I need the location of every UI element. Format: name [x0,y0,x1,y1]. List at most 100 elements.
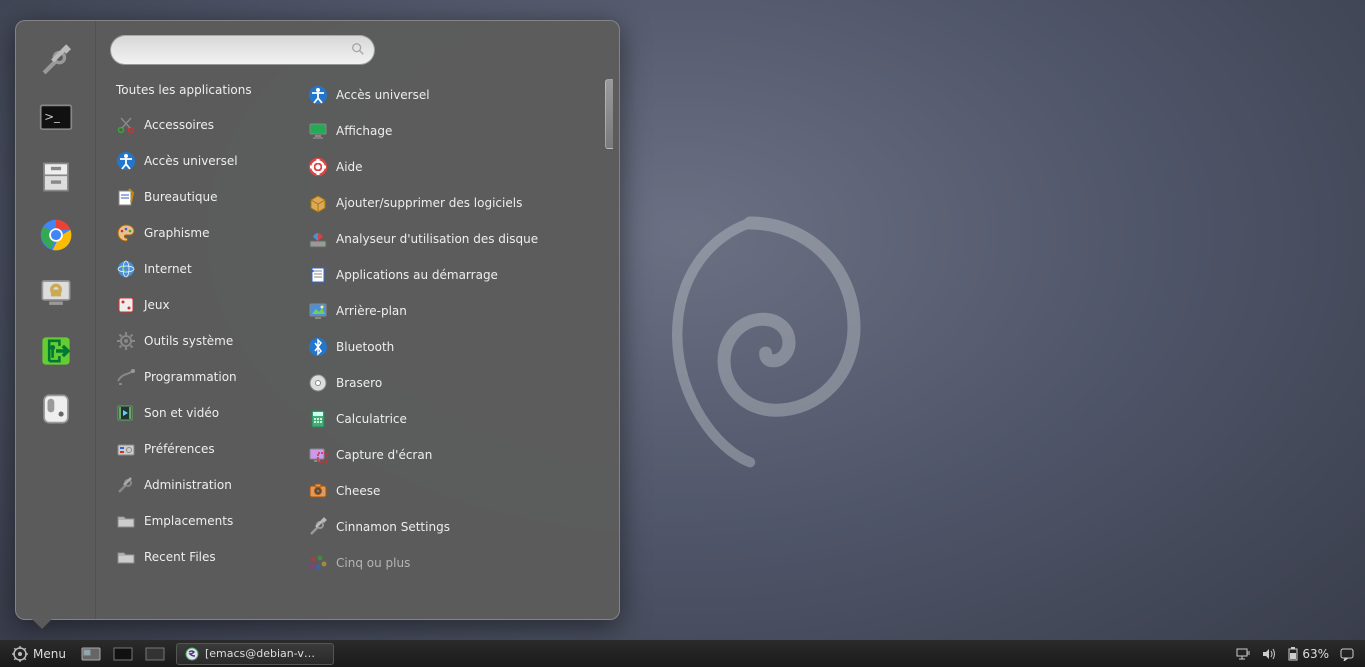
office-icon [116,187,136,207]
app-item[interactable]: Cinnamon Settings [302,509,607,545]
accessibility-icon [308,85,328,105]
category-item[interactable]: Jeux [110,287,290,323]
taskbar-window-label: [emacs@debian-vm... [205,647,325,660]
menu-sidebar: >_ [16,21,96,619]
app-item[interactable]: Aide [302,149,607,185]
category-label: Graphisme [144,226,209,240]
sidebar-shutdown[interactable] [36,389,76,429]
app-label: Calculatrice [336,412,407,426]
search-icon [351,42,365,56]
category-label: Préférences [144,442,215,456]
app-item[interactable]: Affichage [302,113,607,149]
display-icon [308,121,328,141]
category-item[interactable]: Recent Files [110,539,290,575]
app-label: Bluetooth [336,340,394,354]
menu-button[interactable]: Menu [4,643,74,665]
emacs-icon [185,647,199,661]
battery-percent: 63% [1302,647,1329,661]
app-label: Affichage [336,124,392,138]
scissors-icon [116,115,136,135]
category-item[interactable]: Administration [110,467,290,503]
category-item[interactable]: Bureautique [110,179,290,215]
sidebar-settings[interactable] [36,41,76,81]
category-item[interactable]: Programmation [110,359,290,395]
app-label: Analyseur d'utilisation des disque [336,232,538,246]
search-input[interactable] [110,35,375,65]
preferences-icon [116,439,136,459]
gear-icon [12,646,28,662]
debian-swirl-logo [620,210,880,470]
app-item[interactable]: Capture d'écran [302,437,607,473]
workspace-2-button[interactable] [140,643,170,665]
cheese-icon [308,481,328,501]
show-desktop-button[interactable] [76,643,106,665]
app-item[interactable]: Arrière-plan [302,293,607,329]
media-icon [116,403,136,423]
sidebar-files[interactable] [36,157,76,197]
app-label: Cinq ou plus [336,556,410,570]
category-label: Accès universel [144,154,238,168]
power-icon [39,392,73,426]
category-item[interactable]: Emplacements [110,503,290,539]
sound-tray-icon[interactable] [1261,647,1277,661]
network-tray-icon[interactable] [1235,647,1251,661]
category-item[interactable]: Outils système [110,323,290,359]
wallpaper-icon [308,301,328,321]
category-item[interactable]: Son et vidéo [110,395,290,431]
workspace-1-button[interactable] [108,643,138,665]
accessibility-icon [116,151,136,171]
folder-icon [116,511,136,531]
category-item[interactable]: Accès universel [110,143,290,179]
categories-column: Toutes les applications Accessoires Accès… [110,77,290,613]
folder-icon [116,547,136,567]
category-label: Accessoires [144,118,214,132]
category-label: Administration [144,478,232,492]
tools-icon [308,517,328,537]
app-label: Accès universel [336,88,430,102]
tools-icon [39,44,73,78]
app-label: Applications au démarrage [336,268,498,282]
app-label: Brasero [336,376,382,390]
notification-tray-icon[interactable] [1339,647,1355,661]
category-item[interactable]: Graphisme [110,215,290,251]
categories-header: Toutes les applications [110,77,290,107]
category-label: Outils système [144,334,233,348]
calculator-icon [308,409,328,429]
dice-icon [116,295,136,315]
taskbar-window-emacs[interactable]: [emacs@debian-vm... [176,643,334,665]
app-item[interactable]: Cheese [302,473,607,509]
apps-scrollbar[interactable] [605,79,613,149]
battery-tray[interactable]: 63% [1287,647,1329,661]
app-label: Aide [336,160,363,174]
app-item[interactable]: Analyseur d'utilisation des disque [302,221,607,257]
category-item[interactable]: Internet [110,251,290,287]
category-label: Bureautique [144,190,218,204]
app-item[interactable]: Applications au démarrage [302,257,607,293]
sidebar-terminal[interactable]: >_ [36,99,76,139]
app-label: Arrière-plan [336,304,407,318]
category-item[interactable]: Préférences [110,431,290,467]
app-item[interactable]: Accès universel [302,77,607,113]
globe-icon [116,259,136,279]
app-label: Cheese [336,484,380,498]
category-label: Recent Files [144,550,216,564]
startup-icon [308,265,328,285]
app-item[interactable]: Bluetooth [302,329,607,365]
disc-icon [308,373,328,393]
sidebar-logout[interactable] [36,331,76,371]
package-icon [308,193,328,213]
applications-menu: >_ Toutes les applications Accessoires Ac… [15,20,620,620]
category-item[interactable]: Accessoires [110,107,290,143]
category-label: Emplacements [144,514,233,528]
disk-usage-icon [308,229,328,249]
app-item[interactable]: Brasero [302,365,607,401]
sidebar-lock[interactable] [36,273,76,313]
app-item[interactable]: Calculatrice [302,401,607,437]
file-cabinet-icon [39,160,73,194]
sidebar-chrome[interactable] [36,215,76,255]
app-item[interactable]: Cinq ou plus [302,545,607,581]
gear-icon [116,331,136,351]
app-item[interactable]: Ajouter/supprimer des logiciels [302,185,607,221]
chrome-icon [39,218,73,252]
palette-icon [116,223,136,243]
